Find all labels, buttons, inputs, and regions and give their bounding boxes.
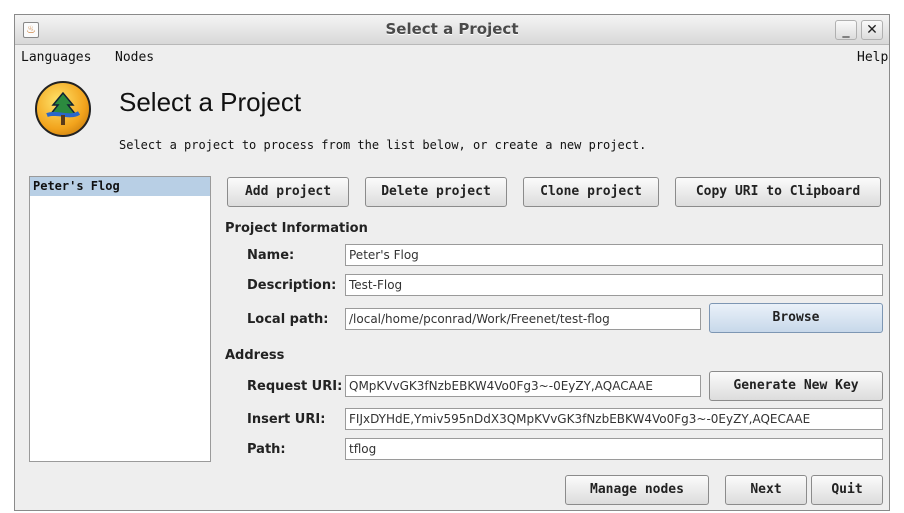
menu-languages[interactable]: Languages xyxy=(21,50,91,65)
insert-uri-field[interactable]: FIJxDYHdE,Ymiv595nDdX3QMpKVvGK3fNzbEBKW4… xyxy=(345,408,883,430)
name-field[interactable]: Peter's Flog xyxy=(345,244,883,266)
path-label: Path: xyxy=(247,442,286,457)
clone-project-button[interactable]: Clone project xyxy=(523,177,659,207)
description-field[interactable]: Test-Flog xyxy=(345,274,883,296)
request-uri-label: Request URI: xyxy=(247,379,343,394)
menu-bar: Languages Nodes Help xyxy=(15,46,889,70)
add-project-button[interactable]: Add project xyxy=(227,177,349,207)
quit-button[interactable]: Quit xyxy=(811,475,883,505)
insert-uri-label: Insert URI: xyxy=(247,412,326,427)
description-label: Description: xyxy=(247,278,337,293)
local-path-label: Local path: xyxy=(247,312,329,327)
close-button[interactable]: ✕ xyxy=(861,20,883,40)
generate-key-button[interactable]: Generate New Key xyxy=(709,371,883,401)
menu-help[interactable]: Help xyxy=(857,50,888,65)
page-title: Select a Project xyxy=(119,87,302,117)
menu-nodes[interactable]: Nodes xyxy=(115,50,154,65)
browse-button[interactable]: Browse xyxy=(709,303,883,333)
copy-uri-button[interactable]: Copy URI to Clipboard xyxy=(675,177,881,207)
freenet-logo-icon xyxy=(35,81,91,137)
main-window: ♨ Select a Project _ ✕ Languages Nodes H… xyxy=(14,14,890,511)
address-heading: Address xyxy=(225,348,285,363)
path-field[interactable]: tflog xyxy=(345,438,883,460)
delete-project-button[interactable]: Delete project xyxy=(365,177,507,207)
next-button[interactable]: Next xyxy=(725,475,807,505)
title-bar[interactable]: ♨ Select a Project _ ✕ xyxy=(15,15,889,45)
request-uri-field[interactable]: QMpKVvGK3fNzbEBKW4Vo0Fg3~-0EyZY,AQACAAE xyxy=(345,375,701,397)
project-list[interactable]: Peter's Flog xyxy=(29,176,211,462)
window-title: Select a Project xyxy=(385,20,519,38)
list-item-project[interactable]: Peter's Flog xyxy=(30,177,210,196)
local-path-field[interactable]: /local/home/pconrad/Work/Freenet/test-fl… xyxy=(345,308,701,330)
name-label: Name: xyxy=(247,248,295,263)
page-subtitle: Select a project to process from the lis… xyxy=(119,138,647,152)
minimize-button[interactable]: _ xyxy=(835,20,857,40)
manage-nodes-button[interactable]: Manage nodes xyxy=(565,475,709,505)
project-info-heading: Project Information xyxy=(225,221,368,236)
